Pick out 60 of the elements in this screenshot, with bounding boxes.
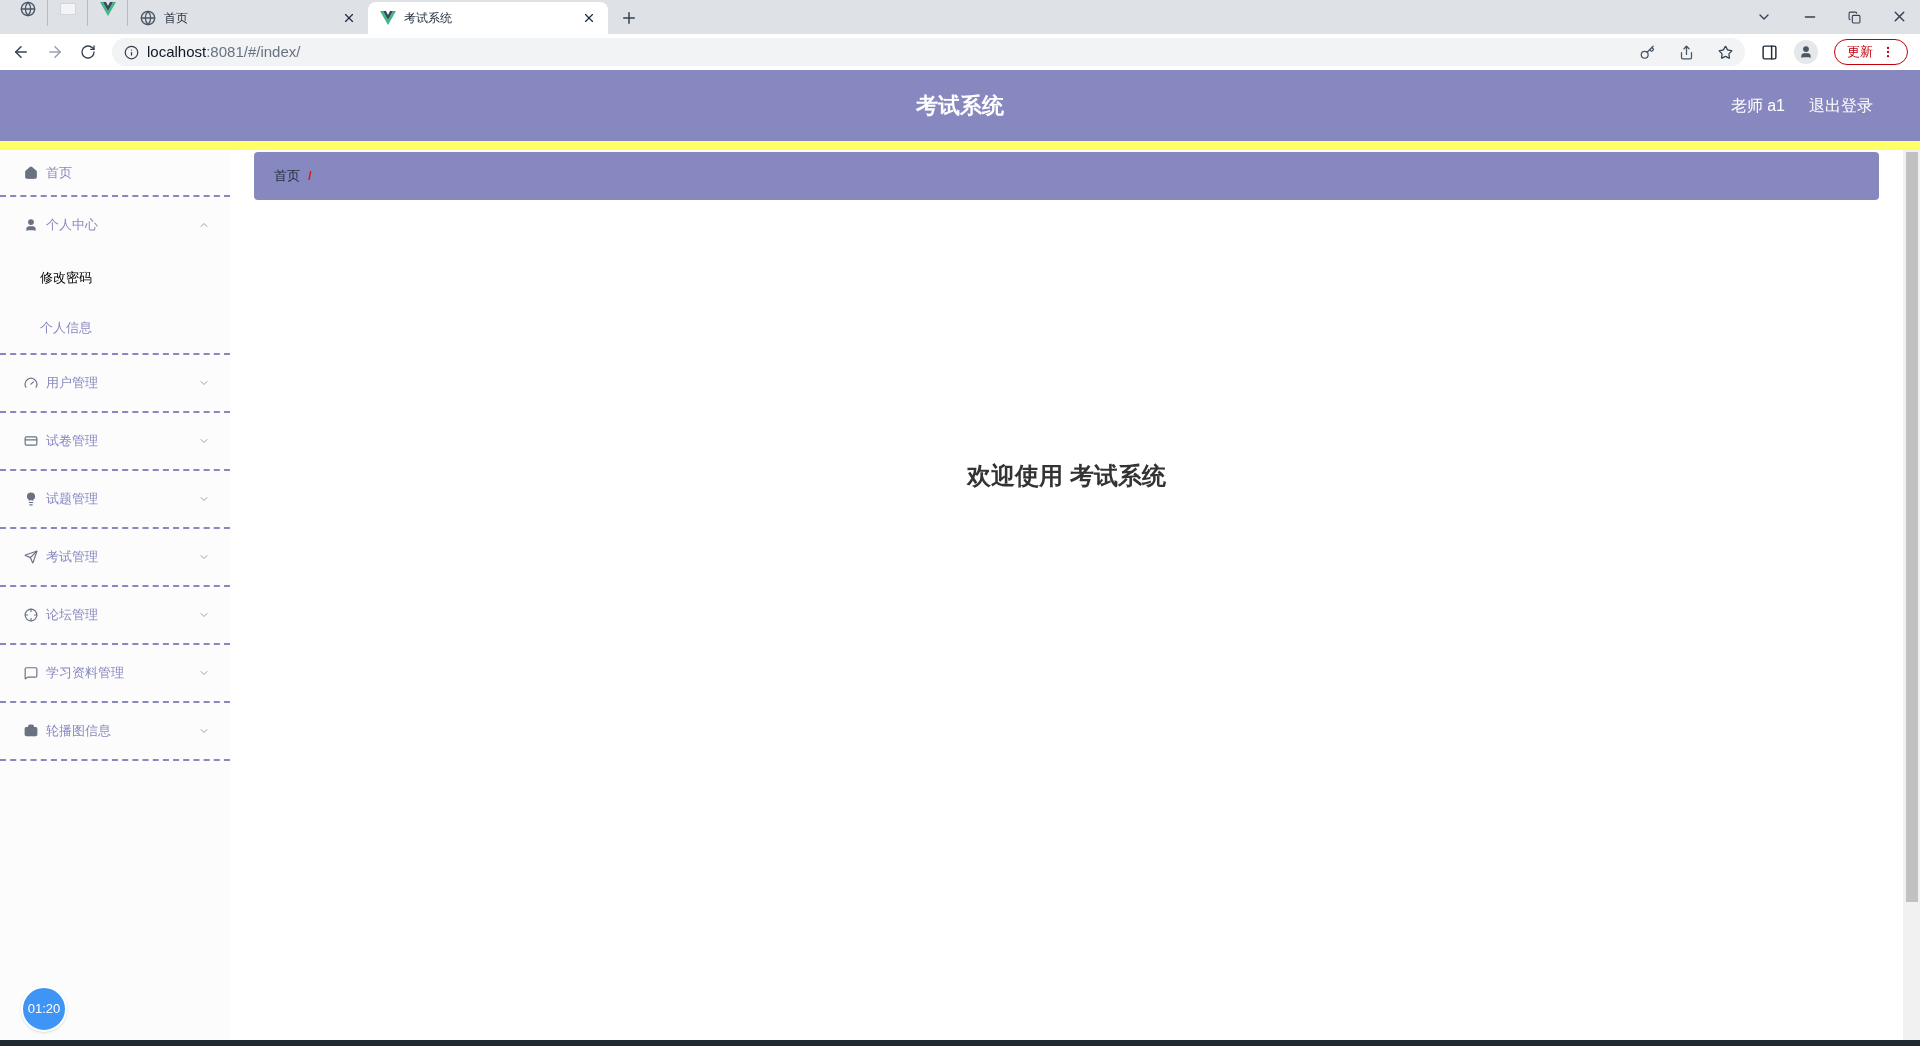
share-icon[interactable] [1679, 44, 1694, 60]
close-icon[interactable] [582, 11, 596, 25]
home-icon [24, 165, 38, 180]
menu-item[interactable]: 轮播图信息 [0, 703, 230, 759]
key-icon[interactable] [1640, 44, 1655, 60]
logout-link[interactable]: 退出登录 [1809, 93, 1873, 118]
menu-label: 个人中心 [46, 216, 99, 235]
profile-icon[interactable] [1794, 40, 1818, 64]
menu-item[interactable]: 首页 [0, 150, 230, 195]
welcome-heading: 欢迎使用 考试系统 [967, 461, 1166, 491]
back-icon[interactable] [12, 43, 30, 61]
breadcrumb-link[interactable]: 首页 [274, 166, 300, 186]
page-icon [59, 3, 76, 15]
info-icon [124, 44, 139, 60]
menu-item[interactable]: 论坛管理 [0, 587, 230, 643]
paper-plane-icon [24, 550, 38, 564]
browser-tab[interactable]: 首页 [128, 2, 368, 34]
timer-badge: 01:20 [21, 986, 67, 1032]
chat-bubble-icon [24, 666, 38, 680]
user-icon [24, 218, 38, 232]
side-panel-icon[interactable] [1761, 43, 1778, 61]
menu-label: 试卷管理 [46, 432, 99, 451]
globe-icon [19, 1, 36, 17]
submenu-item[interactable]: 修改密码 [0, 253, 230, 303]
restore-icon[interactable] [1848, 11, 1861, 24]
new-tab-icon[interactable] [620, 9, 638, 27]
lightbulb-icon [24, 492, 38, 506]
user-name: 老师 a1 [1730, 95, 1785, 116]
menu-item[interactable]: 试题管理 [0, 471, 230, 527]
menu-label: 首页 [46, 163, 73, 182]
menu-item[interactable]: 试卷管理 [0, 413, 230, 469]
globe-icon [140, 10, 156, 26]
app-title: 考试系统 [916, 92, 1004, 120]
browser-tab[interactable]: 考试系统 [368, 2, 608, 34]
star-icon[interactable] [1718, 44, 1733, 60]
close-icon[interactable] [342, 11, 356, 25]
menu-item[interactable]: 考试管理 [0, 529, 230, 585]
menu-label: 试题管理 [46, 490, 99, 509]
crosshair-icon [24, 608, 38, 622]
menu-item[interactable]: 用户管理 [0, 355, 230, 411]
v-logo-icon [99, 2, 116, 16]
menu-label: 用户管理 [46, 374, 99, 393]
tab-title: 考试系统 [404, 10, 453, 27]
v-logo-icon [380, 11, 396, 25]
menu-item[interactable]: 个人中心 [0, 197, 230, 253]
reload-icon[interactable] [80, 44, 96, 60]
card-icon [24, 434, 38, 448]
url-text: localhost:8081/#/index/ [147, 41, 302, 62]
menu-label: 学习资料管理 [46, 664, 125, 683]
menu-label: 考试管理 [46, 548, 99, 567]
breadcrumb-separator: / [308, 167, 312, 186]
menu-label: 论坛管理 [46, 606, 99, 625]
briefcase-icon [24, 724, 38, 738]
gauge-icon [24, 376, 38, 390]
submenu-item[interactable]: 个人信息 [0, 303, 230, 353]
menu-item[interactable]: 学习资料管理 [0, 645, 230, 701]
menu-label: 轮播图信息 [46, 722, 112, 741]
tab-title: 首页 [164, 10, 189, 27]
forward-icon[interactable] [46, 43, 64, 61]
address-bar[interactable]: localhost:8081/#/index/ [112, 38, 1745, 66]
